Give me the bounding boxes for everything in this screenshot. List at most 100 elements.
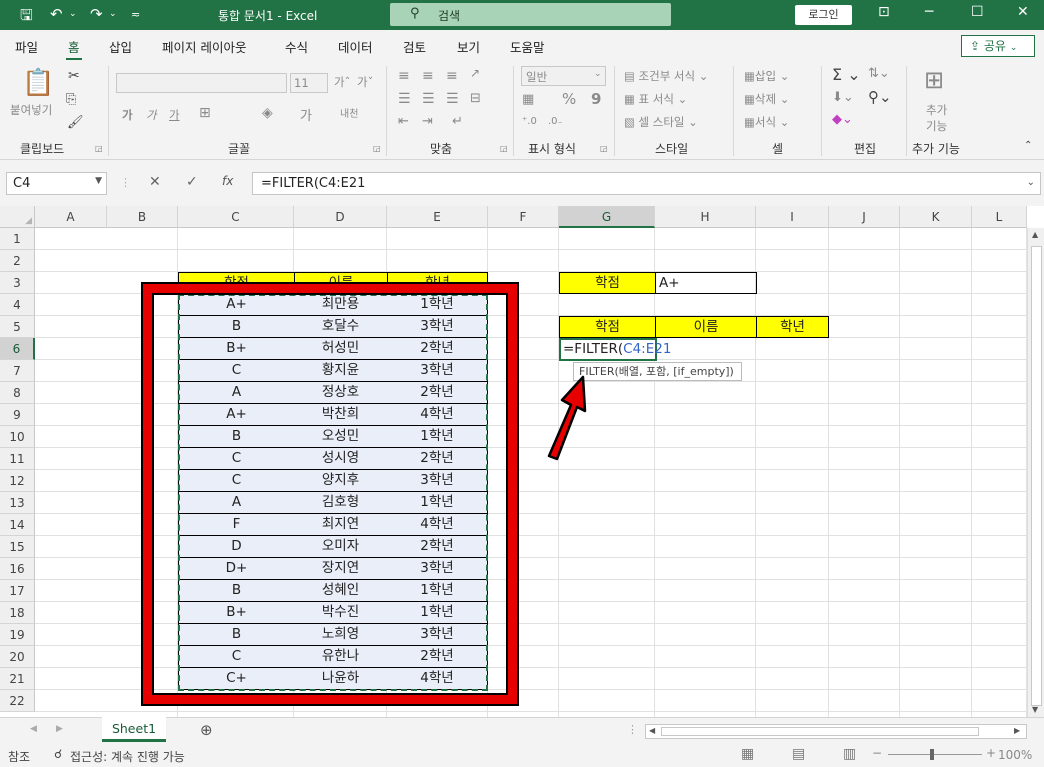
- paste-label[interactable]: 붙여넣기: [10, 102, 52, 118]
- zoom-level[interactable]: 100%: [998, 748, 1032, 762]
- header-cell-year[interactable]: 학년: [387, 272, 488, 294]
- select-all-button[interactable]: ◢: [0, 206, 35, 228]
- table-cell-name[interactable]: 정상호: [294, 382, 388, 404]
- table-cell-grade[interactable]: B: [178, 426, 295, 448]
- undo-dropdown-icon[interactable]: ⌄: [69, 9, 77, 19]
- table-cell-name[interactable]: 성혜인: [294, 580, 388, 602]
- redo-dropdown-icon[interactable]: ⌄: [109, 9, 117, 19]
- decrease-indent-icon[interactable]: ⇤: [398, 114, 409, 129]
- table-cell-year[interactable]: 3학년: [387, 360, 488, 382]
- table-cell-grade[interactable]: C: [178, 646, 295, 668]
- tab-data[interactable]: 데이터: [338, 37, 373, 56]
- table-cell-name[interactable]: 나윤하: [294, 668, 388, 690]
- column-header-k[interactable]: K: [900, 206, 972, 228]
- table-cell-name[interactable]: 오성민: [294, 426, 388, 448]
- name-box[interactable]: C4 ▼: [6, 172, 107, 195]
- horizontal-scrollbar[interactable]: ◀ ▶: [645, 724, 1027, 739]
- row-header-4[interactable]: 4: [0, 294, 35, 316]
- page-layout-view-icon[interactable]: ▤: [792, 746, 805, 762]
- border-icon[interactable]: ⊞: [199, 105, 211, 121]
- clear-icon[interactable]: ◆⌄: [832, 112, 853, 127]
- delete-cells-button[interactable]: ▦삭제 ⌄: [744, 91, 789, 107]
- column-header-g[interactable]: G: [559, 206, 655, 228]
- tab-home[interactable]: 홈: [66, 37, 81, 61]
- column-header-b[interactable]: B: [107, 206, 178, 228]
- header-cell-name[interactable]: 이름: [294, 272, 388, 294]
- wrap-text-icon[interactable]: ↵: [452, 114, 463, 129]
- tab-insert[interactable]: 삽입: [109, 37, 132, 56]
- number-launcher-icon[interactable]: ◲: [600, 144, 608, 153]
- row-header-14[interactable]: 14: [0, 514, 35, 536]
- column-header-e[interactable]: E: [387, 206, 488, 228]
- percent-button[interactable]: %: [562, 90, 576, 108]
- row-header-19[interactable]: 19: [0, 624, 35, 646]
- table-cell-name[interactable]: 오미자: [294, 536, 388, 558]
- fill-icon[interactable]: ⬇⌄: [832, 90, 854, 105]
- table-cell-year[interactable]: 4학년: [387, 404, 488, 426]
- header-cell-grade[interactable]: 학점: [178, 272, 295, 294]
- format-cells-button[interactable]: ▦서식 ⌄: [744, 114, 789, 130]
- table-cell-grade[interactable]: C+: [178, 668, 295, 690]
- align-bottom-icon[interactable]: ≡: [446, 68, 458, 84]
- name-box-dropdown-icon[interactable]: ▼: [95, 176, 102, 186]
- clipboard-launcher-icon[interactable]: ◲: [95, 144, 103, 153]
- alignment-launcher-icon[interactable]: ◲: [500, 144, 508, 153]
- table-cell-name[interactable]: 호달수: [294, 316, 388, 338]
- row-header-16[interactable]: 16: [0, 558, 35, 580]
- row-header-5[interactable]: 5: [0, 316, 35, 338]
- column-header-d[interactable]: D: [294, 206, 387, 228]
- autosum-icon[interactable]: Σ ⌄: [832, 65, 861, 84]
- align-center-icon[interactable]: ☰: [422, 91, 435, 107]
- align-top-icon[interactable]: ≡: [398, 68, 410, 84]
- criteria-label-cell[interactable]: 학점: [559, 272, 656, 294]
- active-cell-editor[interactable]: =FILTER(C4:E21: [559, 338, 671, 361]
- find-icon[interactable]: ⚲⌄: [868, 88, 892, 106]
- column-header-c[interactable]: C: [178, 206, 294, 228]
- next-sheet-icon[interactable]: ▶: [56, 724, 63, 734]
- addins-line1[interactable]: 추가: [926, 102, 947, 118]
- increase-decimal-icon[interactable]: ⁺.0: [522, 116, 537, 127]
- accessibility-icon[interactable]: ☌: [54, 747, 62, 761]
- table-cell-grade[interactable]: B+: [178, 338, 295, 360]
- table-cell-name[interactable]: 양지후: [294, 470, 388, 492]
- expand-formula-icon[interactable]: ⌄: [1027, 177, 1035, 188]
- row-header-13[interactable]: 13: [0, 492, 35, 514]
- add-sheet-icon[interactable]: ⊕: [200, 721, 213, 739]
- undo-icon[interactable]: ↶: [50, 5, 63, 23]
- formula-input[interactable]: =FILTER(C4:E21 ⌄: [252, 172, 1041, 195]
- addins-line2[interactable]: 기능: [926, 118, 947, 134]
- table-cell-grade[interactable]: C: [178, 470, 295, 492]
- table-cell-grade[interactable]: A+: [178, 404, 295, 426]
- table-cell-name[interactable]: 박수진: [294, 602, 388, 624]
- login-button[interactable]: 로그인: [795, 5, 852, 25]
- result-header-grade[interactable]: 학점: [559, 316, 656, 338]
- phonetic-icon[interactable]: 내천: [340, 105, 358, 120]
- share-button[interactable]: ⇪ 공유 ⌄: [961, 35, 1035, 57]
- table-cell-year[interactable]: 3학년: [387, 558, 488, 580]
- table-cell-year[interactable]: 2학년: [387, 448, 488, 470]
- row-header-8[interactable]: 8: [0, 382, 35, 404]
- search-box[interactable]: ⚲ 검색: [390, 3, 671, 26]
- table-cell-year[interactable]: 3학년: [387, 470, 488, 492]
- row-header-7[interactable]: 7: [0, 360, 35, 382]
- table-cell-grade[interactable]: C: [178, 448, 295, 470]
- accessibility-status[interactable]: 접근성: 계속 진행 가능: [70, 748, 185, 765]
- collapse-ribbon-icon[interactable]: ⌃: [1024, 140, 1032, 151]
- tab-review[interactable]: 검토: [403, 37, 426, 56]
- decrease-font-icon[interactable]: 가ˇ: [357, 74, 373, 90]
- table-cell-year[interactable]: 2학년: [387, 338, 488, 360]
- font-color-icon[interactable]: 가: [300, 105, 312, 124]
- tab-help[interactable]: 도움말: [510, 37, 545, 56]
- bold-button[interactable]: 가: [122, 107, 133, 123]
- table-cell-name[interactable]: 유한나: [294, 646, 388, 668]
- column-header-j[interactable]: J: [829, 206, 900, 228]
- result-header-name[interactable]: 이름: [655, 316, 757, 338]
- sort-filter-icon[interactable]: ⇅⌄: [868, 66, 890, 81]
- row-header-11[interactable]: 11: [0, 448, 35, 470]
- vertical-scroll-thumb[interactable]: [1031, 246, 1042, 706]
- conditional-format-button[interactable]: ▤ 조건부 서식 ⌄: [624, 68, 708, 84]
- font-name-combo[interactable]: [116, 73, 287, 93]
- table-cell-grade[interactable]: A+: [178, 294, 295, 316]
- minimize-icon[interactable]: ─: [925, 4, 933, 20]
- addins-icon[interactable]: ⊞: [924, 66, 944, 94]
